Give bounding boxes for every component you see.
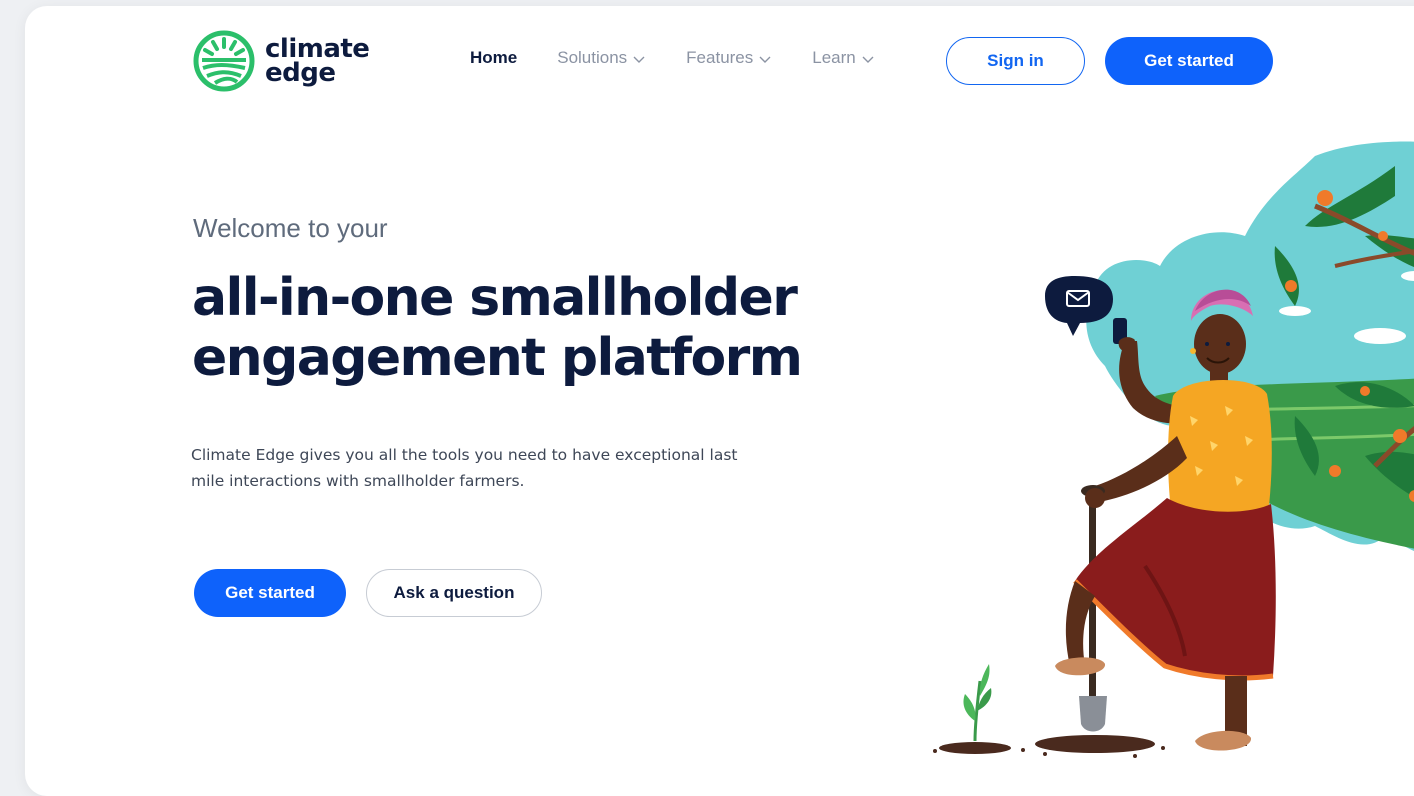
hero-get-started-button[interactable]: Get started	[194, 569, 346, 617]
page-frame: climate edge Home Solutions Features Lea…	[25, 6, 1414, 796]
hero-eyebrow: Welcome to your	[193, 213, 388, 243]
nav-item-learn[interactable]: Learn	[812, 48, 874, 68]
sign-in-button[interactable]: Sign in	[946, 37, 1085, 85]
nav-item-home[interactable]: Home	[470, 48, 517, 68]
hero-headline-line2: engagement platform	[192, 328, 803, 388]
brand-name-line2: edge	[265, 58, 336, 88]
nav-item-label: Home	[470, 48, 518, 67]
nav-item-label: Solutions	[557, 48, 628, 67]
chevron-down-icon	[862, 56, 874, 63]
hero-headline-line1: all-in-one smallholder	[192, 268, 798, 328]
seedling-icon	[963, 664, 992, 742]
hero-headline: all-in-one smallholder engagement platfo…	[192, 268, 912, 388]
nav-item-label: Learn	[812, 48, 856, 67]
nav-item-label: Features	[686, 48, 754, 67]
hero-description: Climate Edge gives you all the tools you…	[191, 445, 738, 490]
main-nav: Home Solutions Features Learn	[470, 48, 915, 68]
brand-wordmark: climate edge	[265, 36, 370, 88]
nav-item-features[interactable]: Features	[686, 48, 772, 68]
nav-item-solutions[interactable]: Solutions	[557, 48, 646, 68]
header-get-started-button[interactable]: Get started	[1105, 37, 1273, 85]
chevron-down-icon	[759, 56, 771, 63]
ask-question-button[interactable]: Ask a question	[366, 569, 542, 617]
farmer-illustration	[933, 141, 1414, 758]
brand-logo[interactable]: climate edge	[193, 30, 370, 92]
chevron-down-icon	[633, 56, 645, 63]
climate-edge-logo-icon	[193, 30, 255, 92]
